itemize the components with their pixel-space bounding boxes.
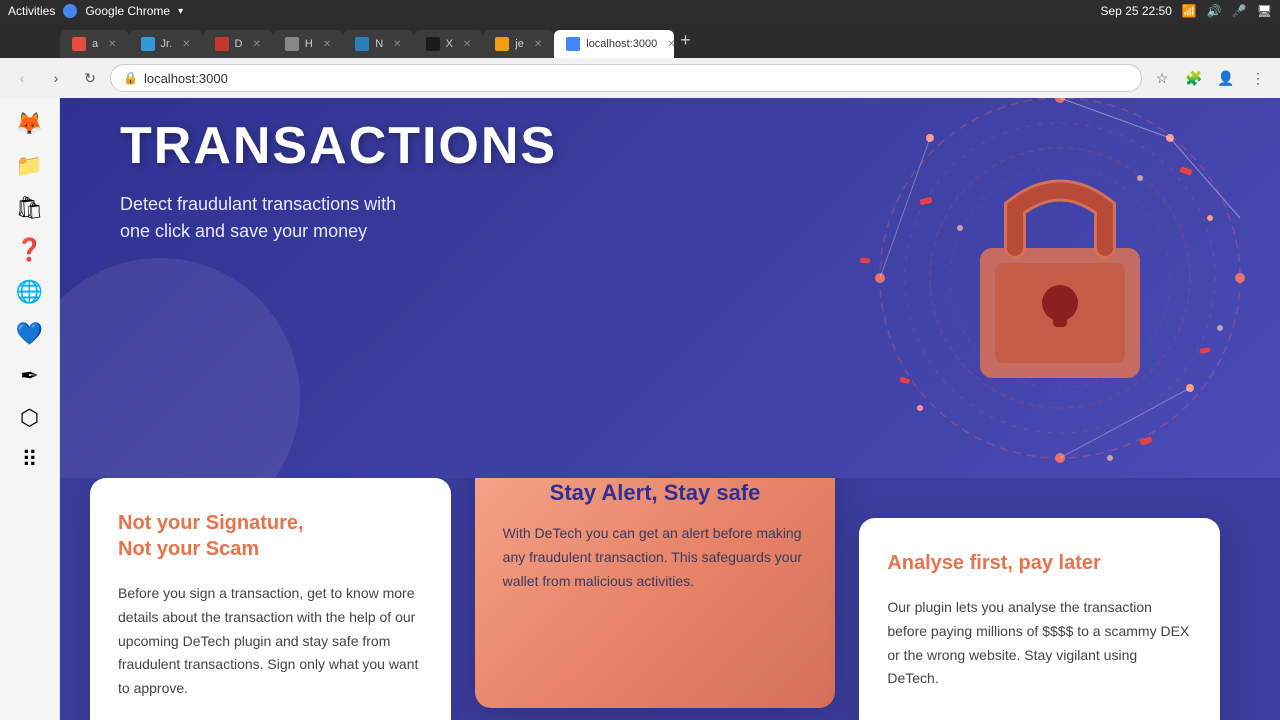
- display-icon: 🖥: [1257, 4, 1272, 18]
- volume-icon: 🔊: [1207, 4, 1222, 18]
- lock-illustration: [760, 98, 1280, 478]
- sidebar-pen-icon[interactable]: ✒: [12, 358, 48, 394]
- card-analyse: Analyse first, pay later Our plugin lets…: [859, 518, 1220, 720]
- bookmark-button[interactable]: ☆: [1148, 64, 1176, 92]
- tab-active[interactable]: localhost:3000 ✕: [554, 30, 674, 58]
- tab-close-active[interactable]: ✕: [667, 39, 674, 50]
- tab-close-je[interactable]: ✕: [534, 39, 542, 50]
- browser-toolbar: ‹ › ↻ 🔒 localhost:3000 ☆ 🧩 👤 ⋮: [0, 58, 1280, 98]
- os-top-bar: Activities Google Chrome ▾ Sep 25 22:50 …: [0, 0, 1280, 22]
- card1-title: Not your Signature,Not your Scam: [118, 510, 423, 562]
- hero-subtitle-line1: Detect fraudulant transactions with: [120, 194, 396, 214]
- cards-section: Not your Signature,Not your Scam Before …: [60, 478, 1280, 720]
- tab-close-n[interactable]: ✕: [393, 39, 401, 50]
- tabs-bar: a ✕ Jr. ✕ D ✕ H ✕ N ✕ X ✕ je ✕ localhost…: [0, 22, 1280, 58]
- sidebar: 🦊 📁 🛍 ❓ 🌐 💙 ✒ ⬡ ⠿: [0, 98, 60, 720]
- card3-text: Our plugin lets you analyse the transact…: [887, 596, 1192, 691]
- hero-section: TRANSACTIONS Detect fraudulant transacti…: [60, 98, 1280, 478]
- hero-subtitle: Detect fraudulant transactions with one …: [120, 191, 540, 245]
- profile-button[interactable]: 👤: [1212, 64, 1240, 92]
- sidebar-chrome-icon[interactable]: 🌐: [12, 274, 48, 310]
- tab-h[interactable]: H ✕: [273, 30, 343, 58]
- card-alert: Stay Alert, Stay safe With DeTech you ca…: [475, 448, 836, 708]
- address-bar[interactable]: 🔒 localhost:3000: [110, 64, 1142, 92]
- card1-text: Before you sign a transaction, get to kn…: [118, 582, 423, 701]
- url-text: localhost:3000: [144, 71, 228, 86]
- tab-jr[interactable]: Jr. ✕: [129, 30, 203, 58]
- card2-text: With DeTech you can get an alert before …: [503, 522, 808, 593]
- browser-body: 🦊 📁 🛍 ❓ 🌐 💙 ✒ ⬡ ⠿ TRANSACTIONS Detect fr…: [0, 98, 1280, 720]
- menu-button[interactable]: ⋮: [1244, 64, 1272, 92]
- card2-title: Stay Alert, Stay safe: [503, 480, 808, 506]
- extensions-button[interactable]: 🧩: [1180, 64, 1208, 92]
- new-tab-button[interactable]: +: [680, 30, 691, 51]
- activities-label[interactable]: Activities: [8, 4, 55, 18]
- deco-circle: [60, 258, 300, 478]
- tab-close-h[interactable]: ✕: [323, 39, 331, 50]
- sidebar-help-icon[interactable]: ❓: [12, 232, 48, 268]
- browser-name-label: Google Chrome: [85, 4, 170, 18]
- toolbar-right: ☆ 🧩 👤 ⋮: [1148, 64, 1272, 92]
- reload-button[interactable]: ↻: [76, 64, 104, 92]
- sidebar-git-icon[interactable]: ⬡: [12, 400, 48, 436]
- datetime-label: Sep 25 22:50: [1101, 4, 1172, 18]
- browser-favicon: [63, 4, 77, 18]
- tab-je[interactable]: je ✕: [483, 30, 554, 58]
- main-content[interactable]: TRANSACTIONS Detect fraudulant transacti…: [60, 98, 1280, 720]
- card-signature: Not your Signature,Not your Scam Before …: [90, 478, 451, 720]
- card3-title: Analyse first, pay later: [887, 550, 1192, 576]
- tab-close-x[interactable]: ✕: [463, 39, 471, 50]
- back-button[interactable]: ‹: [8, 64, 36, 92]
- tab-n[interactable]: N ✕: [343, 30, 413, 58]
- lock-icon: 🔒: [123, 71, 138, 85]
- tab-x[interactable]: X ✕: [414, 30, 484, 58]
- tab-d[interactable]: D ✕: [203, 30, 273, 58]
- wifi-icon: 📶: [1182, 4, 1197, 18]
- tab-a[interactable]: a ✕: [60, 30, 129, 58]
- sidebar-store-icon[interactable]: 🛍: [12, 190, 48, 226]
- tab-close-d[interactable]: ✕: [252, 39, 260, 50]
- forward-button[interactable]: ›: [42, 64, 70, 92]
- sidebar-vscode-icon[interactable]: 💙: [12, 316, 48, 352]
- mic-icon: 🎤: [1232, 4, 1247, 18]
- hero-subtitle-line2: one click and save your money: [120, 221, 367, 241]
- sidebar-firefox-icon[interactable]: 🦊: [12, 106, 48, 142]
- dropdown-arrow-icon[interactable]: ▾: [178, 6, 183, 17]
- sidebar-dots-icon[interactable]: ⠿: [12, 442, 48, 478]
- tab-close-a[interactable]: ✕: [108, 39, 116, 50]
- sidebar-files-icon[interactable]: 📁: [12, 148, 48, 184]
- tab-close-jr[interactable]: ✕: [182, 39, 190, 50]
